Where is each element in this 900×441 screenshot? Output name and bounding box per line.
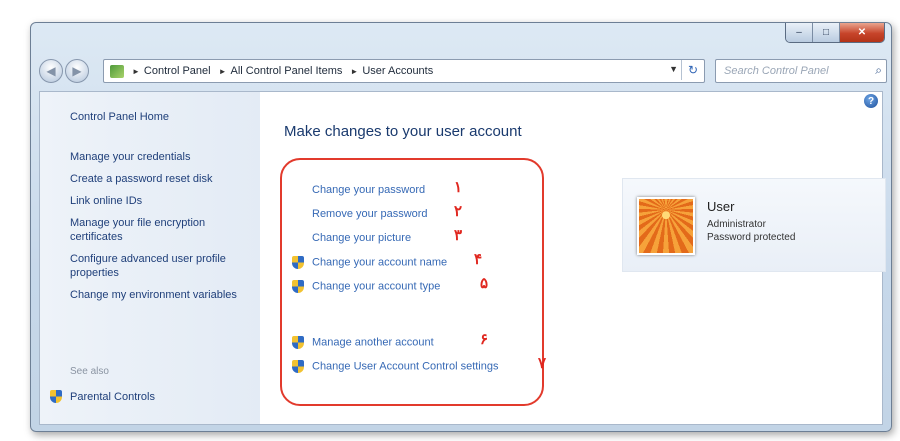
change-account-name-link[interactable]: Change your account name xyxy=(292,256,447,269)
manage-another-account-label: Manage another account xyxy=(312,336,434,349)
sidebar-item-password-reset-disk[interactable]: Create a password reset disk xyxy=(70,172,248,186)
uac-settings-link[interactable]: Change User Account Control settings xyxy=(292,360,499,373)
annotation-marker-7: ۷ xyxy=(538,355,547,372)
uac-shield-icon xyxy=(292,360,304,373)
uac-shield-icon xyxy=(292,256,304,269)
change-account-type-link[interactable]: Change your account type xyxy=(292,280,440,293)
breadcrumb-separator: ► xyxy=(218,66,227,76)
title-bar[interactable]: – □ ✕ xyxy=(31,23,891,53)
uac-shield-icon xyxy=(292,336,304,349)
caption-buttons: – □ ✕ xyxy=(785,23,885,43)
address-dropdown-icon[interactable]: ▼ xyxy=(669,64,678,74)
sidebar-item-parental-controls[interactable]: Parental Controls xyxy=(70,390,248,404)
sidebar-item-advanced-profile[interactable]: Configure advanced user profile properti… xyxy=(70,252,248,280)
back-button[interactable]: ◀ xyxy=(39,59,63,83)
breadcrumb-control-panel[interactable]: Control Panel xyxy=(144,65,211,77)
change-picture-link[interactable]: Change your picture xyxy=(312,232,411,244)
sidebar-item-environment-variables[interactable]: Change my environment variables xyxy=(70,288,248,302)
password-status: Password protected xyxy=(707,232,796,243)
forward-button[interactable]: ▶ xyxy=(65,59,89,83)
close-button[interactable]: ✕ xyxy=(840,23,884,42)
annotation-marker-5: ۵ xyxy=(480,275,489,292)
maximize-button[interactable]: □ xyxy=(813,23,840,42)
manage-another-account-link[interactable]: Manage another account xyxy=(292,336,434,349)
user-accounts-window: – □ ✕ ◀ ▶ ► Control Panel ► All Control … xyxy=(30,22,892,432)
annotation-marker-2: ۲ xyxy=(454,203,463,220)
navigation-bar: ◀ ▶ ► Control Panel ► All Control Panel … xyxy=(39,53,887,87)
search-icon[interactable]: ⌕ xyxy=(875,63,882,78)
page-title: Make changes to your user account xyxy=(284,123,522,140)
shield-icon xyxy=(50,390,62,403)
annotation-marker-1: ۱ xyxy=(454,179,463,196)
annotation-marker-4: ۴ xyxy=(474,251,483,268)
breadcrumb-separator: ► xyxy=(132,66,140,76)
change-password-link[interactable]: Change your password xyxy=(312,184,425,196)
uac-settings-label: Change User Account Control settings xyxy=(312,360,499,373)
address-bar[interactable]: ► Control Panel ► All Control Panel Item… xyxy=(103,59,705,83)
change-account-name-label: Change your account name xyxy=(312,256,448,269)
breadcrumb-user-accounts[interactable]: User Accounts xyxy=(362,65,433,77)
uac-shield-icon xyxy=(292,280,304,293)
change-account-type-label: Change your account type xyxy=(312,280,441,293)
refresh-button[interactable]: ↻ xyxy=(681,60,704,80)
user-role: Administrator xyxy=(707,219,766,230)
sidebar-item-file-encryption[interactable]: Manage your file encryption certificates xyxy=(70,216,248,244)
search-box: ⌕ xyxy=(715,59,887,83)
user-name: User xyxy=(707,199,735,214)
remove-password-link[interactable]: Remove your password xyxy=(312,208,428,220)
user-picture[interactable] xyxy=(637,197,695,255)
content-area: Control Panel Home Manage your credentia… xyxy=(39,91,886,425)
see-also-heading: See also xyxy=(70,366,109,377)
annotation-marker-3: ۳ xyxy=(454,227,463,244)
sidebar-item-control-panel-home[interactable]: Control Panel Home xyxy=(70,110,248,124)
search-input[interactable] xyxy=(722,61,866,81)
sidebar: Control Panel Home Manage your credentia… xyxy=(40,92,260,424)
breadcrumb-all-items[interactable]: All Control Panel Items xyxy=(231,65,343,77)
help-icon[interactable]: ? xyxy=(864,94,878,108)
annotation-marker-6: ۶ xyxy=(480,331,489,348)
sidebar-item-link-online-ids[interactable]: Link online IDs xyxy=(70,194,248,208)
minimize-button[interactable]: – xyxy=(786,23,813,42)
sidebar-item-manage-credentials[interactable]: Manage your credentials xyxy=(70,150,248,164)
user-card: User Administrator Password protected xyxy=(622,178,886,272)
breadcrumb-separator: ► xyxy=(350,66,359,76)
control-panel-icon xyxy=(110,64,124,78)
